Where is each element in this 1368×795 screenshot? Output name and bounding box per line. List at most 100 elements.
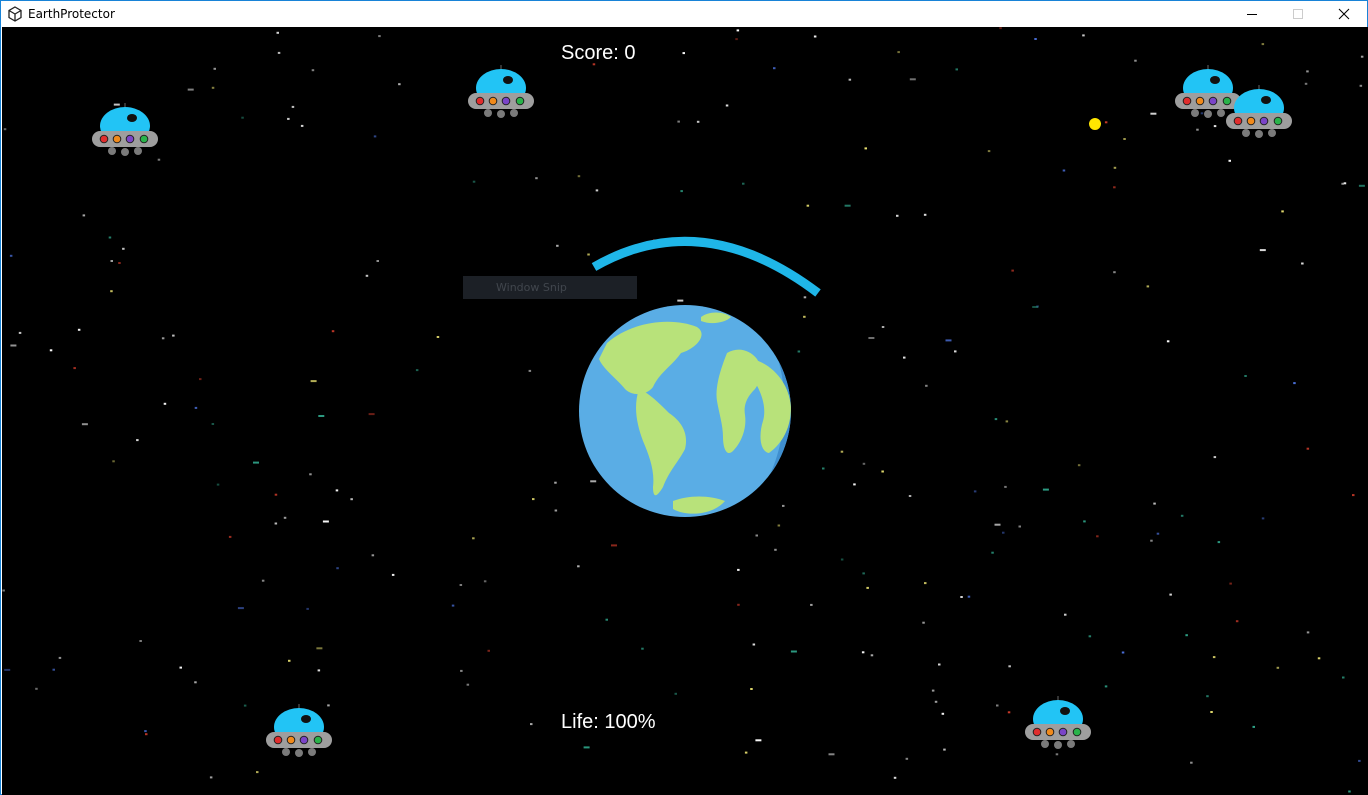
star [316, 647, 323, 650]
star [1002, 531, 1005, 534]
unity-app-icon [8, 6, 22, 22]
star [108, 236, 112, 239]
star [1213, 125, 1217, 128]
star [73, 367, 76, 370]
star [1252, 725, 1255, 728]
star [1261, 517, 1265, 520]
star [1169, 593, 1172, 596]
star [1206, 695, 1209, 698]
star [1146, 285, 1150, 288]
star [466, 683, 470, 686]
close-button[interactable] [1321, 1, 1367, 27]
star [209, 776, 213, 779]
star [1082, 34, 1085, 37]
star [777, 524, 781, 527]
star [460, 669, 463, 672]
star [187, 88, 194, 91]
game-canvas[interactable]: Score: 0 Window Snip Life: 100% [2, 27, 1368, 795]
star [955, 68, 958, 71]
projectile-dot [1089, 118, 1101, 130]
star [391, 573, 395, 576]
star [1113, 271, 1116, 274]
star [994, 523, 1001, 526]
star [797, 350, 801, 353]
star [861, 651, 865, 654]
star [291, 105, 295, 108]
star [1018, 525, 1021, 528]
star [365, 274, 369, 277]
star [1358, 759, 1361, 762]
window-snip-overlay: Window Snip [463, 276, 637, 299]
star [1276, 666, 1280, 669]
star [938, 663, 941, 666]
star [144, 730, 147, 733]
star [810, 603, 813, 606]
star [1134, 59, 1137, 62]
star [862, 462, 866, 465]
star [774, 548, 777, 551]
star [436, 336, 440, 338]
star [844, 204, 851, 207]
star [577, 565, 580, 568]
star [934, 700, 938, 703]
star [1304, 82, 1308, 85]
star [1348, 790, 1351, 793]
star [274, 493, 278, 496]
star [483, 580, 487, 583]
star [737, 568, 740, 571]
star [1008, 665, 1011, 668]
star [1360, 55, 1364, 58]
title-bar[interactable]: EarthProtector [1, 1, 1367, 27]
star [773, 67, 776, 70]
star [1235, 620, 1239, 623]
star [1244, 375, 1247, 377]
star [996, 704, 999, 707]
star [77, 328, 81, 331]
star [696, 120, 700, 123]
star [840, 450, 844, 453]
minimize-button[interactable] [1229, 1, 1275, 27]
star [253, 461, 259, 464]
star [840, 558, 844, 561]
star [4, 668, 11, 671]
star [350, 498, 353, 501]
star [1359, 84, 1363, 87]
star [194, 681, 197, 684]
star [1306, 70, 1309, 73]
star [822, 467, 825, 470]
star [528, 369, 532, 372]
star [742, 182, 745, 185]
star [1113, 166, 1117, 169]
star [752, 643, 756, 646]
star [991, 551, 994, 554]
star [1229, 582, 1232, 585]
star [853, 483, 856, 486]
star [897, 51, 900, 54]
star [1317, 657, 1321, 660]
star [311, 69, 315, 72]
star [300, 124, 304, 127]
maximize-button[interactable] [1275, 1, 1321, 27]
star [1342, 676, 1345, 679]
star [322, 520, 329, 523]
ufo-enemy [92, 103, 158, 156]
star [122, 247, 125, 250]
star [331, 330, 335, 333]
star [1293, 382, 1296, 385]
close-icon [1338, 8, 1350, 20]
star [736, 29, 740, 32]
star [1062, 169, 1066, 172]
star [941, 712, 945, 715]
star [110, 260, 113, 262]
star [112, 460, 115, 463]
star [1042, 488, 1049, 491]
star [1153, 502, 1156, 505]
star [1088, 635, 1092, 638]
star [1352, 494, 1355, 497]
star [943, 748, 946, 751]
star [925, 384, 928, 387]
star [806, 204, 810, 207]
star [790, 650, 797, 653]
star [755, 534, 758, 537]
star [803, 315, 806, 318]
